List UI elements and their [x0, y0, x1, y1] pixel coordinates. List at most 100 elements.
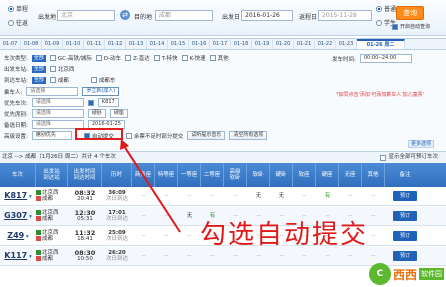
seat-cell: --: [164, 213, 169, 219]
date-tab[interactable]: 01-13: [126, 39, 147, 49]
header-train[interactable]: 车次: [0, 163, 36, 187]
type-normal-radio[interactable]: 普通: [376, 4, 396, 13]
clear-all-button[interactable]: 清空所有选项: [229, 131, 268, 140]
duration: 17:01 次日到达: [105, 210, 128, 222]
seat-cell: --: [141, 253, 146, 259]
all-types-tag[interactable]: 全部: [31, 54, 46, 62]
book-button[interactable]: 预订: [393, 231, 417, 241]
all-arrive-tag[interactable]: 全部: [31, 76, 46, 84]
show-all-toggle[interactable]: 显示全部可预订车次: [380, 152, 438, 163]
table-row: K817 ▾ 北京西 成都 08:32 20:41 36:09 次日到达 -- -- -- -- --…: [0, 187, 446, 206]
date-tab[interactable]: 01-17: [210, 39, 231, 49]
header-seat: 高级 软卧: [224, 163, 247, 187]
from-input[interactable]: 北京: [57, 10, 115, 21]
checkbox-icon: [153, 55, 160, 61]
header-seat: 商务座: [132, 163, 155, 187]
train-number[interactable]: G307 ▾: [0, 211, 36, 220]
expand-icon[interactable]: ▾: [26, 234, 29, 240]
arrive-station-option[interactable]: 成都: [49, 76, 69, 84]
seat-cell: --: [164, 233, 169, 239]
query-button[interactable]: 查询: [396, 6, 424, 20]
date-tab[interactable]: 01-20: [273, 39, 294, 49]
radio-icon: [8, 5, 14, 12]
type-option[interactable]: D-动车: [95, 54, 121, 62]
date-tab[interactable]: 01-14: [147, 39, 168, 49]
trip-single-radio[interactable]: 单程: [8, 4, 28, 13]
train-number[interactable]: K817 ▾: [0, 191, 36, 200]
seat-cell: --: [302, 253, 307, 259]
expand-icon[interactable]: ▾: [29, 194, 32, 200]
header-times[interactable]: 出发时间 到达时间: [68, 163, 102, 187]
seat-value[interactable]: 硬卧: [87, 109, 106, 118]
seat-value[interactable]: 硬座: [109, 109, 128, 118]
header-duration[interactable]: 历时: [102, 163, 132, 187]
depart-label: 出发日: [222, 14, 241, 21]
type-option[interactable]: Z-直达: [125, 54, 150, 62]
book-button[interactable]: 预订: [393, 211, 417, 221]
train-number[interactable]: K117 ▾: [0, 251, 36, 260]
advanced-select[interactable]: 席别优先: [31, 131, 72, 140]
remark-cell: 预订: [385, 191, 425, 201]
depart-date-input[interactable]: 2016-01-26: [241, 10, 293, 21]
trip-round-radio[interactable]: 往返: [8, 18, 28, 27]
arrive-station-option[interactable]: 成都东: [90, 76, 115, 84]
partial-submit-checkbox[interactable]: 余票不足时部分提交: [125, 132, 183, 140]
depart-time-select[interactable]: 00:00--24:00: [359, 54, 412, 63]
date-tab-current[interactable]: 01-26 周二: [357, 39, 405, 49]
date-tab[interactable]: 01-16: [189, 39, 210, 49]
checkbox-icon: [125, 132, 132, 139]
date-tab[interactable]: 01-18: [231, 39, 252, 49]
selected-passenger-tag[interactable]: 罗立新(成人): [82, 87, 120, 96]
type-option[interactable]: GC-高铁/城际: [49, 54, 92, 62]
type-option[interactable]: K-快速: [181, 54, 206, 62]
watermark: C 西西 软件园: [368, 263, 444, 285]
swap-icon[interactable]: ⇄: [120, 10, 130, 20]
date-tab[interactable]: 01-19: [252, 39, 273, 49]
seat-cell: --: [141, 193, 146, 199]
seat-cell: 无: [255, 193, 262, 199]
depart-station-option[interactable]: 北京西: [49, 65, 74, 73]
checkbox-icon: [209, 55, 216, 61]
book-button[interactable]: 预订: [393, 191, 417, 201]
priority-train-value[interactable]: K817: [97, 98, 119, 107]
times: 08:30 10:50: [74, 249, 96, 262]
date-tab[interactable]: 01-07: [0, 39, 21, 49]
date-tab[interactable]: 01-09: [42, 39, 63, 49]
to-input[interactable]: 成都: [155, 10, 213, 21]
depart-station-row: 出发车站: 全部 北京西: [4, 65, 75, 73]
type-option[interactable]: T-特快: [153, 54, 178, 62]
date-tab[interactable]: 01-12: [105, 39, 126, 49]
header-stations[interactable]: 出发站 到达站: [36, 163, 68, 187]
header-remark: 备注: [399, 172, 411, 178]
all-depart-tag[interactable]: 全部: [31, 65, 46, 73]
seat-cell: --: [371, 253, 376, 259]
priority-train-select[interactable]: 请选择: [31, 98, 84, 107]
priority-seat-select[interactable]: 请选择: [31, 109, 84, 118]
expand-icon[interactable]: ▾: [29, 254, 32, 260]
seat-cell: --: [302, 193, 307, 199]
passenger-select[interactable]: 请选择: [26, 87, 79, 96]
radio-icon: [376, 19, 382, 26]
expand-icon[interactable]: ▾: [29, 214, 32, 220]
date-tab[interactable]: 01-08: [21, 39, 42, 49]
auto-query-toggle[interactable]: 开启自动查询: [392, 23, 430, 30]
date-tab[interactable]: 01-15: [168, 39, 189, 49]
seat-cell: --: [187, 253, 192, 259]
test-sound-button[interactable]: 试听提示音乐: [187, 131, 226, 140]
header-seat: 无座: [339, 163, 362, 187]
date-tab[interactable]: 01-10: [63, 39, 84, 49]
date-tab[interactable]: 01-23: [336, 39, 357, 49]
return-date-input[interactable]: 2015-11-28: [318, 10, 372, 21]
seat-cell: --: [325, 253, 330, 259]
train-number[interactable]: Z49 ▾: [0, 231, 36, 240]
date-tab[interactable]: 01-21: [294, 39, 315, 49]
book-button[interactable]: 预订: [393, 251, 417, 261]
table-header: 车次 出发站 到达站 出发时间 到达时间 历时 商务座 特等座 一等座 二等座 …: [0, 163, 446, 187]
seat-cell: --: [141, 213, 146, 219]
date-tab[interactable]: 01-11: [84, 39, 105, 49]
header-seat: 硬卧: [270, 163, 293, 187]
more-options-button[interactable]: 更多选项: [408, 140, 435, 148]
seat-cell: --: [256, 253, 261, 259]
type-option[interactable]: 其他: [209, 54, 229, 62]
date-tab[interactable]: 01-22: [315, 39, 336, 49]
